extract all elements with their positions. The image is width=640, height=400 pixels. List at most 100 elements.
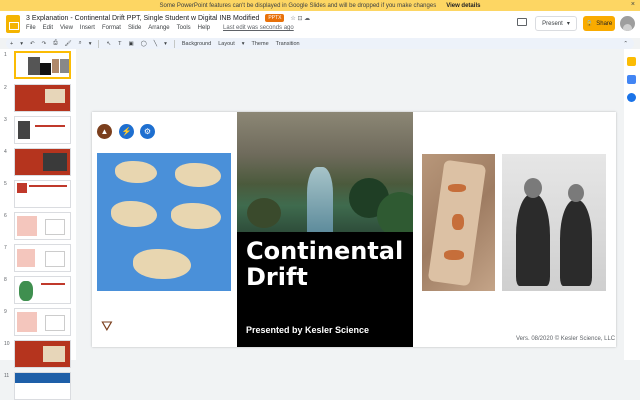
text-box-icon[interactable]: T xyxy=(118,41,121,47)
thumb-slide-5[interactable] xyxy=(14,180,71,208)
mountain-glyph: ▲ xyxy=(100,127,109,136)
version-copyright[interactable]: Vers. 08/2020 © Kesler Science, LLC xyxy=(516,336,615,342)
slide-number: 9 xyxy=(4,309,7,315)
insert-image-icon[interactable]: ▣ xyxy=(128,41,133,47)
undo-icon[interactable]: ↶ xyxy=(30,41,35,47)
landmass xyxy=(171,203,221,229)
slide-number: 11 xyxy=(4,373,10,379)
document-title[interactable]: 3 Explanation - Continental Drift PPT, S… xyxy=(26,15,259,22)
new-slide-caret-icon[interactable]: ▾ xyxy=(20,41,23,47)
zoom-icon[interactable]: ⌕ xyxy=(79,40,82,47)
contacts-icon[interactable] xyxy=(627,93,636,102)
line-icon[interactable]: ╲ xyxy=(154,41,157,47)
menu-arrange[interactable]: Arrange xyxy=(148,25,169,31)
current-slide[interactable]: ▲ ⚡ ⚙ Continental Drift Presented by Kes… xyxy=(92,112,616,347)
redo-icon[interactable]: ↷ xyxy=(42,41,47,47)
toolbar-divider xyxy=(98,39,100,48)
last-edit-link[interactable]: Last edit was seconds ago xyxy=(223,25,294,31)
view-details-link[interactable]: View details xyxy=(446,3,480,9)
polar-explorers-photo[interactable] xyxy=(502,154,606,291)
new-slide-icon[interactable]: + xyxy=(10,41,13,47)
slide-number: 7 xyxy=(4,245,7,251)
explorer-figure xyxy=(560,200,592,286)
lightning-glyph: ⚡ xyxy=(121,127,132,136)
menu-edit[interactable]: Edit xyxy=(43,25,53,31)
thumb-slide-1[interactable] xyxy=(14,51,71,79)
thumb-slide-11[interactable] xyxy=(14,372,71,400)
explorer-figure xyxy=(516,194,550,286)
toolbar-divider xyxy=(173,39,175,48)
presented-by-text[interactable]: Presented by Kesler Science xyxy=(246,325,369,335)
landmass xyxy=(175,163,221,187)
print-icon[interactable]: ⎙ xyxy=(53,40,57,47)
student-desk-icon: ⛛ xyxy=(101,318,113,335)
lightning-icon: ⚡ xyxy=(119,124,134,139)
collapse-toolbar-icon[interactable]: ⌃ xyxy=(623,41,628,47)
explorer-head xyxy=(568,184,584,202)
landmass xyxy=(133,249,191,279)
menu-insert[interactable]: Insert xyxy=(80,25,95,31)
avatar[interactable] xyxy=(620,16,635,31)
shape-icon[interactable]: ◯ xyxy=(141,41,147,47)
thumb-slide-2[interactable] xyxy=(14,84,71,112)
thumb-slide-3[interactable] xyxy=(14,116,71,144)
thumb-slide-7[interactable] xyxy=(14,244,71,272)
slide-number: 6 xyxy=(4,213,7,219)
menu-view[interactable]: View xyxy=(60,25,73,31)
slide-title[interactable]: Continental Drift xyxy=(246,238,413,290)
side-panel xyxy=(624,49,640,360)
fossil-bone xyxy=(452,214,464,230)
menu-tools[interactable]: Tools xyxy=(177,25,191,31)
transition-button[interactable]: Transition xyxy=(276,41,300,47)
pangaea-maps-image[interactable] xyxy=(97,153,231,291)
fossil-bone xyxy=(444,250,464,260)
thumb-slide-10[interactable] xyxy=(14,340,71,368)
menu-file[interactable]: File xyxy=(26,25,36,31)
present-caret-icon[interactable]: ▾ xyxy=(567,20,570,27)
toolbar: + ▾ ↶ ↷ ⎙ 🖌 ⌕ ▾ ↖ T ▣ ◯ ╲ ▾ Background L… xyxy=(6,38,634,49)
tasks-icon[interactable] xyxy=(627,75,636,84)
slide-number: 10 xyxy=(4,341,10,347)
gears-glyph: ⚙ xyxy=(143,127,152,136)
fossil-bone xyxy=(448,184,466,192)
close-banner-icon[interactable]: × xyxy=(631,1,635,8)
keep-icon[interactable] xyxy=(627,57,636,66)
slide-number: 3 xyxy=(4,117,7,123)
menu-bar: File Edit View Insert Format Slide Arran… xyxy=(26,25,294,31)
theme-button[interactable]: Theme xyxy=(252,41,269,47)
paint-format-icon[interactable]: 🖌 xyxy=(65,41,72,47)
explorer-head xyxy=(524,178,542,198)
slides-logo-icon[interactable] xyxy=(6,15,20,33)
rift-valley-photo[interactable] xyxy=(237,112,413,232)
thumb-slide-6[interactable] xyxy=(14,212,71,240)
menu-help[interactable]: Help xyxy=(198,25,210,31)
desk-glyph: ⛛ xyxy=(101,318,113,334)
title-panel[interactable]: Continental Drift Presented by Kesler Sc… xyxy=(237,232,413,347)
menu-slide[interactable]: Slide xyxy=(128,25,141,31)
present-button[interactable]: Present ▾ xyxy=(535,16,577,31)
star-move-cloud-icons[interactable]: ☆ ⊡ ☁ xyxy=(290,15,310,22)
slide-number: 8 xyxy=(4,277,7,283)
fossil-rock-image[interactable] xyxy=(422,154,495,291)
layout-button[interactable]: Layout xyxy=(218,41,235,47)
zoom-caret-icon[interactable]: ▾ xyxy=(89,41,92,47)
thumb-slide-8[interactable] xyxy=(14,276,71,304)
menu-format[interactable]: Format xyxy=(102,25,121,31)
layout-caret-icon[interactable]: ▾ xyxy=(242,41,245,47)
mountain-icon: ▲ xyxy=(97,124,112,139)
present-label: Present xyxy=(542,20,563,27)
line-caret-icon[interactable]: ▾ xyxy=(164,41,167,47)
share-label: Share xyxy=(596,20,613,27)
share-button[interactable]: 🔒 Share xyxy=(583,16,615,31)
slide-filmstrip: 1 2 3 4 5 6 7 8 9 10 11 xyxy=(0,49,76,400)
comment-history-icon[interactable] xyxy=(517,18,527,26)
thumb-slide-4[interactable] xyxy=(14,148,71,176)
gears-icon: ⚙ xyxy=(140,124,155,139)
landmass xyxy=(115,161,157,183)
lock-icon: 🔒 xyxy=(585,21,594,27)
background-button[interactable]: Background xyxy=(182,41,211,47)
powerpoint-compat-banner: Some PowerPoint features can't be displa… xyxy=(0,0,640,11)
thumb-slide-9[interactable] xyxy=(14,308,71,336)
select-cursor-icon[interactable]: ↖ xyxy=(106,41,111,47)
banner-text: Some PowerPoint features can't be displa… xyxy=(159,2,437,9)
